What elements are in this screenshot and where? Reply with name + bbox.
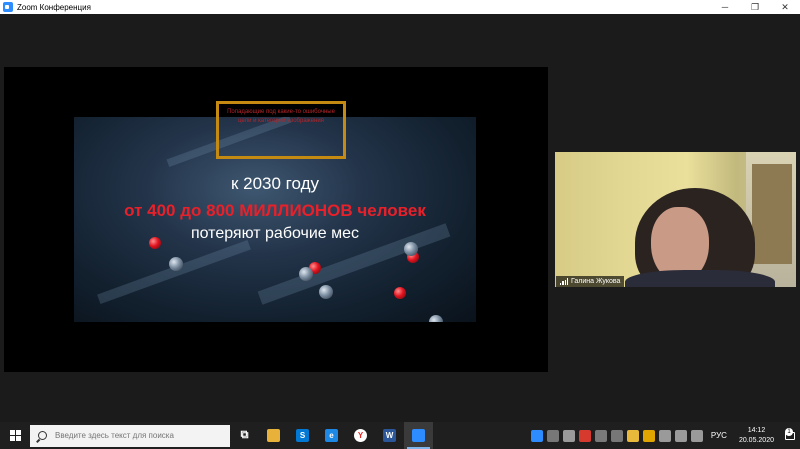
skype-taskbar-button[interactable]: S [288, 422, 317, 449]
word-taskbar-button[interactable]: W [375, 422, 404, 449]
language-indicator[interactable]: РУС [711, 431, 727, 440]
participant-shirt [625, 270, 775, 287]
search-input[interactable] [55, 431, 225, 440]
notification-icon: 1 [785, 427, 795, 440]
metal-sphere [404, 242, 418, 256]
task-view-icon: ⧉ [238, 429, 251, 442]
taskbar: ⧉ Se Y W РУС 14:12 20.05.2020 1 [0, 422, 800, 449]
slide-line-jobs: потеряют рабочие мес [190, 225, 360, 242]
usb-tray-icon[interactable] [546, 429, 559, 442]
file-explorer-icon [267, 429, 280, 442]
slide-line-millions: от 400 до 800 МИЛЛИОНОВ человек [124, 201, 426, 220]
zoom-icon [412, 429, 425, 442]
close-button[interactable]: ✕ [770, 0, 800, 14]
start-button[interactable] [0, 422, 30, 449]
slide-line-year: к 2030 году [230, 174, 320, 193]
red-app-tray-icon[interactable] [578, 429, 591, 442]
background-board [752, 164, 792, 264]
title-bar: Zoom Конференция ─ ❐ ✕ [0, 0, 800, 14]
zoom-tray-icon[interactable] [530, 429, 543, 442]
zoom-taskbar-button[interactable] [404, 422, 433, 449]
meeting-stage: к 2030 году от 400 до 800 МИЛЛИОНОВ чело… [0, 14, 800, 422]
clock-date: 20.05.2020 [738, 436, 774, 444]
screen-share-area[interactable]: к 2030 году от 400 до 800 МИЛЛИОНОВ чело… [4, 67, 548, 372]
system-tray: РУС 14:12 20.05.2020 1 [529, 422, 800, 449]
battery-tray-icon[interactable] [690, 429, 703, 442]
metal-sphere [429, 315, 443, 322]
maximize-button[interactable]: ❐ [740, 0, 770, 14]
task-view-taskbar-button[interactable]: ⧉ [230, 422, 259, 449]
word-icon: W [383, 429, 396, 442]
yandex-browser-taskbar-button[interactable]: Y [346, 422, 375, 449]
annotation-box: Попадающие под какие-то ошибочные цели и… [216, 101, 346, 159]
notification-count: 1 [785, 427, 793, 436]
edge-icon: e [325, 429, 338, 442]
clock-time: 14:12 [747, 426, 766, 434]
participant-video[interactable]: Галина Жукова [555, 152, 796, 287]
file-explorer-taskbar-button[interactable] [259, 422, 288, 449]
headset-tray-icon[interactable] [594, 429, 607, 442]
search-icon [38, 431, 47, 440]
metal-sphere [319, 285, 333, 299]
minimize-button[interactable]: ─ [710, 0, 740, 14]
zoom-app-icon [3, 2, 13, 12]
participant-name: Галина Жукова [571, 278, 621, 285]
red-sphere [394, 287, 406, 299]
metal-sphere [299, 267, 313, 281]
app-tray-icon[interactable] [562, 429, 575, 442]
windows-logo-icon [9, 430, 21, 441]
light-streak [97, 239, 251, 305]
smile-tray-icon[interactable] [626, 429, 639, 442]
network-tray-icon[interactable] [674, 429, 687, 442]
notification-button[interactable]: 1 [780, 422, 800, 449]
monitor-tray-icon[interactable] [610, 429, 623, 442]
skype-icon: S [296, 429, 309, 442]
volume-tray-icon[interactable] [658, 429, 671, 442]
clock[interactable]: 14:12 20.05.2020 [739, 426, 774, 446]
participant-name-tag: Галина Жукова [556, 276, 625, 287]
yandex-browser-icon: Y [354, 429, 367, 442]
edge-taskbar-button[interactable]: e [317, 422, 346, 449]
window-title: Zoom Конференция [17, 2, 91, 12]
shield-tray-icon[interactable] [642, 429, 655, 442]
metal-sphere [169, 257, 183, 271]
window-controls: ─ ❐ ✕ [710, 0, 800, 14]
annotation-text: Попадающие под какие-то ошибочные цели и… [227, 109, 335, 124]
taskbar-search[interactable] [30, 424, 230, 447]
signal-strength-icon [560, 278, 568, 285]
